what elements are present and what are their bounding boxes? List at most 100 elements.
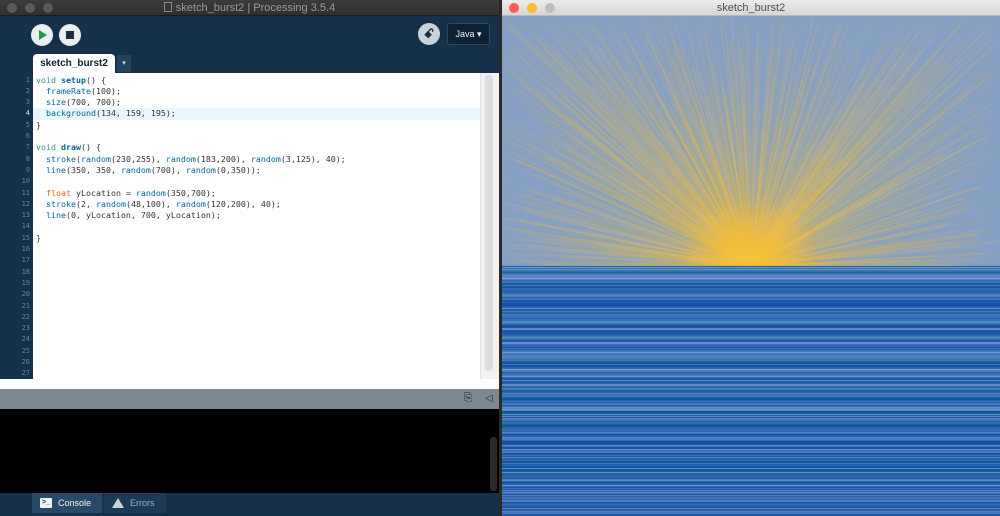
code-line[interactable]: void setup() { — [33, 75, 480, 86]
console-output[interactable] — [0, 409, 499, 493]
zoom-window-button[interactable] — [545, 3, 555, 13]
ide-titlebar[interactable]: sketch_burst2 | Processing 3.5.4 — [0, 0, 499, 16]
line-number: 11 — [21, 188, 30, 197]
code-token: } — [36, 232, 41, 243]
code-line[interactable] — [33, 131, 480, 142]
code-token: yLocation = — [70, 187, 136, 198]
code-line[interactable]: } — [33, 120, 480, 131]
code-token: (183,200), — [195, 153, 251, 164]
line-number: 13 — [21, 211, 30, 220]
mode-selector[interactable]: Java ▾ — [447, 23, 490, 45]
line-number: 5 — [25, 120, 30, 129]
code-token: (48,100), — [125, 198, 176, 209]
code-token: (700), — [150, 164, 186, 175]
line-number: 19 — [21, 278, 30, 287]
code-token: setup — [60, 74, 86, 85]
console-scrollbar[interactable] — [490, 437, 497, 491]
code-token: random — [135, 187, 166, 198]
run-button[interactable] — [31, 24, 53, 46]
line-number: 27 — [21, 369, 30, 378]
tab-menu-button[interactable]: ▾ — [117, 55, 131, 72]
editor-tab-bar: sketch_burst2 ▾ — [0, 54, 499, 73]
line-number: 7 — [25, 143, 30, 152]
code-line[interactable]: } — [33, 233, 480, 244]
code-line[interactable]: line(350, 350, random(700), random(0,350… — [33, 165, 480, 176]
code-token: random — [185, 164, 216, 175]
line-number: 10 — [21, 177, 30, 186]
tab-errors[interactable]: Errors — [104, 493, 166, 513]
line-number: 17 — [21, 256, 30, 265]
editor-scrollbar[interactable] — [480, 73, 499, 379]
code-token: } — [36, 119, 41, 130]
line-number: 26 — [21, 358, 30, 366]
close-window-button[interactable] — [509, 3, 519, 13]
debug-butterfly-icon: ꗃ — [423, 26, 435, 41]
zoom-window-button[interactable] — [43, 3, 53, 13]
line-number: 12 — [21, 199, 30, 208]
line-number: 1 — [25, 75, 30, 84]
code-editor[interactable]: 1 2 3 4 5 6 7 8 9 10 11 12 13 14 15 16 17 18 19 20 21 22 23 24 2… — [0, 73, 499, 379]
close-window-button[interactable] — [7, 3, 17, 13]
line-number: 9 — [25, 165, 30, 174]
line-number: 18 — [21, 267, 30, 276]
console-tab-bar: >_ Console Errors — [0, 493, 499, 516]
code-line[interactable]: void draw() { — [33, 142, 480, 153]
code-token: random — [250, 153, 281, 164]
code-line[interactable]: frameRate(100); — [33, 86, 480, 97]
line-number: 3 — [25, 98, 30, 107]
tab-errors-label: Errors — [130, 498, 155, 508]
code-token: () { — [85, 74, 106, 85]
code-line[interactable]: stroke(random(230,255), random(183,200),… — [33, 154, 480, 165]
minimize-window-button[interactable] — [25, 3, 35, 13]
editor-scrollbar-thumb[interactable] — [485, 75, 493, 371]
code-line[interactable]: background(134, 159, 195); — [33, 108, 480, 120]
line-number: 14 — [21, 222, 30, 231]
code-line[interactable]: size(700, 700); — [33, 97, 480, 108]
code-token: float — [46, 187, 71, 198]
code-token: random — [165, 153, 196, 164]
console-header-bar: ⎘ ◁ — [0, 389, 499, 409]
stop-button[interactable] — [59, 24, 81, 46]
sketch-titlebar[interactable]: sketch_burst2 — [502, 0, 1000, 16]
code-token: () { — [80, 142, 101, 153]
sketch-canvas[interactable] — [502, 16, 1000, 516]
code-line[interactable]: stroke(2, random(48,100), random(120,200… — [33, 199, 480, 210]
tab-console[interactable]: >_ Console — [32, 493, 102, 513]
copy-console-icon[interactable]: ⎘ — [462, 392, 474, 405]
code-line[interactable]: line(0, yLocation, 700, yLocation); — [33, 210, 480, 221]
code-line[interactable] — [33, 221, 480, 232]
debug-button[interactable]: ꗃ — [418, 23, 440, 45]
ide-window-controls — [7, 3, 53, 13]
collapse-console-icon[interactable]: ◁ — [484, 392, 494, 405]
line-number: 21 — [21, 301, 30, 310]
code-line[interactable]: float yLocation = random(350,700); — [33, 188, 480, 199]
code-token: frameRate — [46, 85, 91, 96]
sketch-window-controls — [509, 3, 555, 13]
code-token: (100); — [90, 85, 121, 96]
tab-sketch-burst2[interactable]: sketch_burst2 — [33, 54, 115, 73]
sketch-output-window: sketch_burst2 — [502, 0, 1000, 516]
line-number: 24 — [21, 335, 30, 344]
line-number: 16 — [21, 245, 30, 253]
line-number: 25 — [21, 346, 30, 355]
code-token: (350,700); — [165, 187, 216, 198]
code-text-area[interactable]: void setup() { frameRate(100); size(700,… — [33, 73, 480, 379]
code-token: stroke — [46, 153, 76, 164]
play-icon — [39, 30, 47, 40]
line-number: 22 — [21, 312, 30, 321]
minimize-window-button[interactable] — [527, 3, 537, 13]
line-number-gutter: 1 2 3 4 5 6 7 8 9 10 11 12 13 14 15 16 17 18 19 20 21 22 23 24 2… — [0, 73, 33, 379]
code-token: random — [175, 198, 206, 209]
ide-window-title: sketch_burst2 | Processing 3.5.4 — [175, 2, 336, 14]
code-line[interactable] — [33, 176, 480, 187]
code-token: (230,255), — [110, 153, 166, 164]
processing-ide-window: sketch_burst2 | Processing 3.5.4 ꗃ Java … — [0, 0, 499, 516]
code-token: line — [46, 210, 66, 221]
